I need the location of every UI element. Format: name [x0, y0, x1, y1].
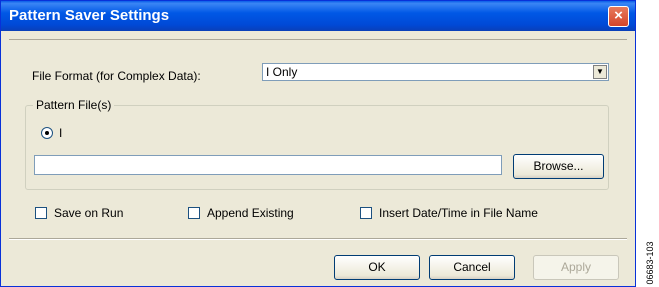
radio-i[interactable] [41, 127, 53, 139]
browse-button[interactable]: Browse... [513, 154, 604, 179]
close-button[interactable]: × [608, 6, 629, 27]
append-existing-label: Append Existing [207, 206, 294, 220]
insert-datetime-label: Insert Date/Time in File Name [379, 206, 538, 220]
footer-separator [9, 238, 627, 240]
title-bar[interactable]: Pattern Saver Settings × [1, 1, 635, 31]
save-on-run-checkbox[interactable] [35, 207, 47, 219]
file-format-label: File Format (for Complex Data): [32, 69, 201, 83]
pattern-files-legend: Pattern File(s) [33, 98, 115, 112]
ok-button[interactable]: OK [334, 255, 420, 280]
pattern-file-path-input[interactable] [34, 155, 502, 175]
file-format-value: I Only [266, 65, 298, 79]
figure-id-text: 06683-103 [644, 241, 655, 285]
figure-id: 06683-103 [642, 241, 657, 285]
radio-selected-dot [45, 131, 49, 135]
cancel-button[interactable]: Cancel [429, 255, 515, 280]
append-existing-checkbox[interactable] [188, 207, 200, 219]
chevron-down-icon[interactable]: ▼ [593, 65, 607, 79]
apply-button[interactable]: Apply [533, 255, 619, 280]
insert-datetime-checkbox[interactable] [360, 207, 372, 219]
file-format-select[interactable]: I Only ▼ [262, 63, 609, 81]
window-title: Pattern Saver Settings [9, 7, 170, 24]
dialog-window: Pattern Saver Settings × File Format (fo… [0, 0, 636, 287]
radio-i-label: I [59, 126, 63, 140]
close-icon: × [614, 7, 623, 24]
save-on-run-label: Save on Run [54, 206, 124, 220]
